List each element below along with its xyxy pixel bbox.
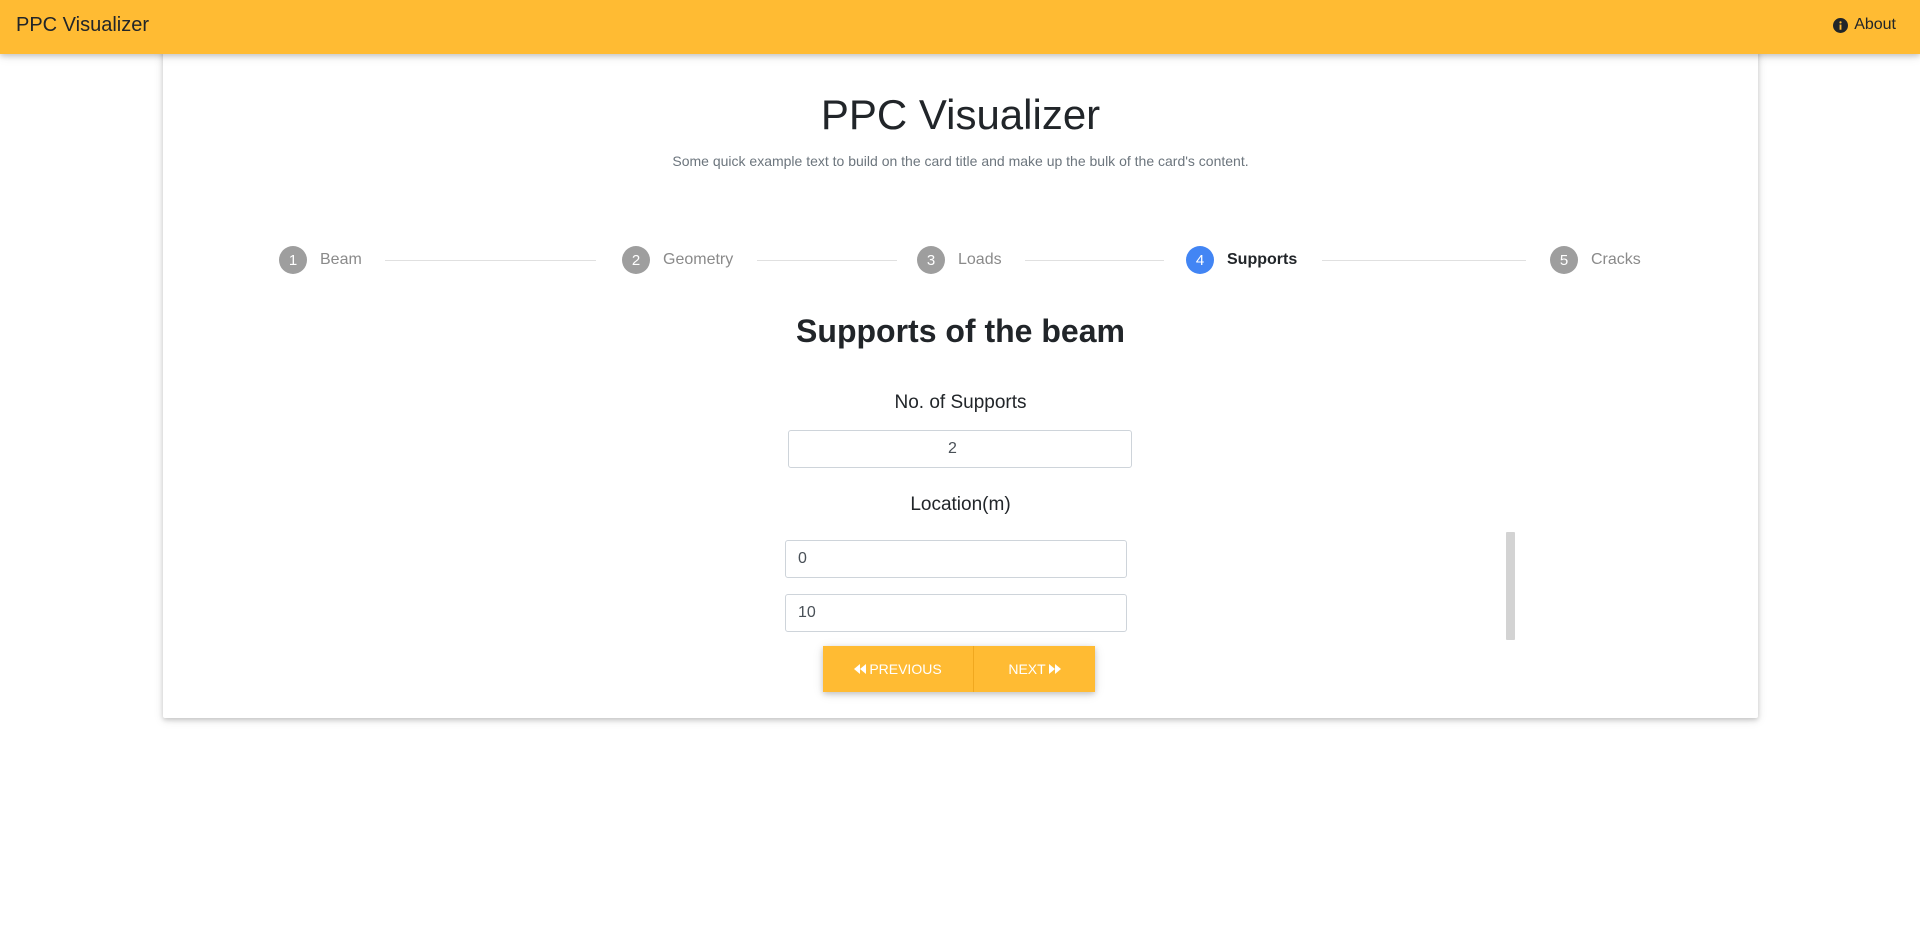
previous-button[interactable]: PREVIOUS [823, 646, 974, 692]
location-input-1[interactable] [785, 540, 1127, 578]
step-label: Geometry [663, 251, 734, 268]
stepper: 1 Beam 2 Geometry 3 Loads 4 Supports 5 C… [163, 245, 1758, 275]
step-number: 2 [622, 246, 650, 274]
step-number: 5 [1550, 246, 1578, 274]
main-card: PPC Visualizer Some quick example text t… [163, 40, 1758, 718]
info-circle-icon [1833, 17, 1849, 33]
supports-count-input[interactable] [788, 430, 1132, 468]
step-connector [1025, 260, 1164, 261]
navbar-brand[interactable]: PPC Visualizer [16, 14, 149, 37]
next-button[interactable]: NEXT [974, 646, 1095, 692]
about-link[interactable]: About [1833, 16, 1896, 34]
card-text: Some quick example text to build on the … [672, 153, 1249, 169]
step-number: 4 [1186, 246, 1214, 274]
step-label: Supports [1227, 251, 1298, 268]
card-title: PPC Visualizer [820, 91, 1101, 138]
step-geometry[interactable]: 2 Geometry [622, 245, 733, 275]
step-label: Cracks [1591, 251, 1641, 268]
previous-label: PREVIOUS [869, 661, 942, 677]
step-connector [757, 260, 897, 261]
step-connector [1322, 260, 1526, 261]
nav-button-group: PREVIOUS NEXT [823, 646, 1095, 692]
forward-icon [1048, 664, 1061, 674]
location-input-2[interactable] [785, 594, 1127, 632]
step-number: 3 [917, 246, 945, 274]
section-title: Supports of the beam [796, 313, 1125, 349]
backward-icon [854, 664, 867, 674]
top-navbar: PPC Visualizer About [0, 0, 1920, 54]
location-label: Location(m) [910, 494, 1011, 515]
step-loads[interactable]: 3 Loads [917, 245, 1002, 275]
step-label: Loads [958, 251, 1002, 268]
next-label: NEXT [1008, 661, 1046, 677]
supports-count-label: No. of Supports [894, 392, 1027, 413]
step-connector [385, 260, 596, 261]
step-label: Beam [320, 251, 362, 268]
step-cracks[interactable]: 5 Cracks [1550, 245, 1641, 275]
step-beam[interactable]: 1 Beam [279, 245, 362, 275]
scrollbar[interactable] [1506, 532, 1515, 640]
about-label: About [1854, 16, 1896, 33]
step-number: 1 [279, 246, 307, 274]
step-supports[interactable]: 4 Supports [1186, 245, 1297, 275]
